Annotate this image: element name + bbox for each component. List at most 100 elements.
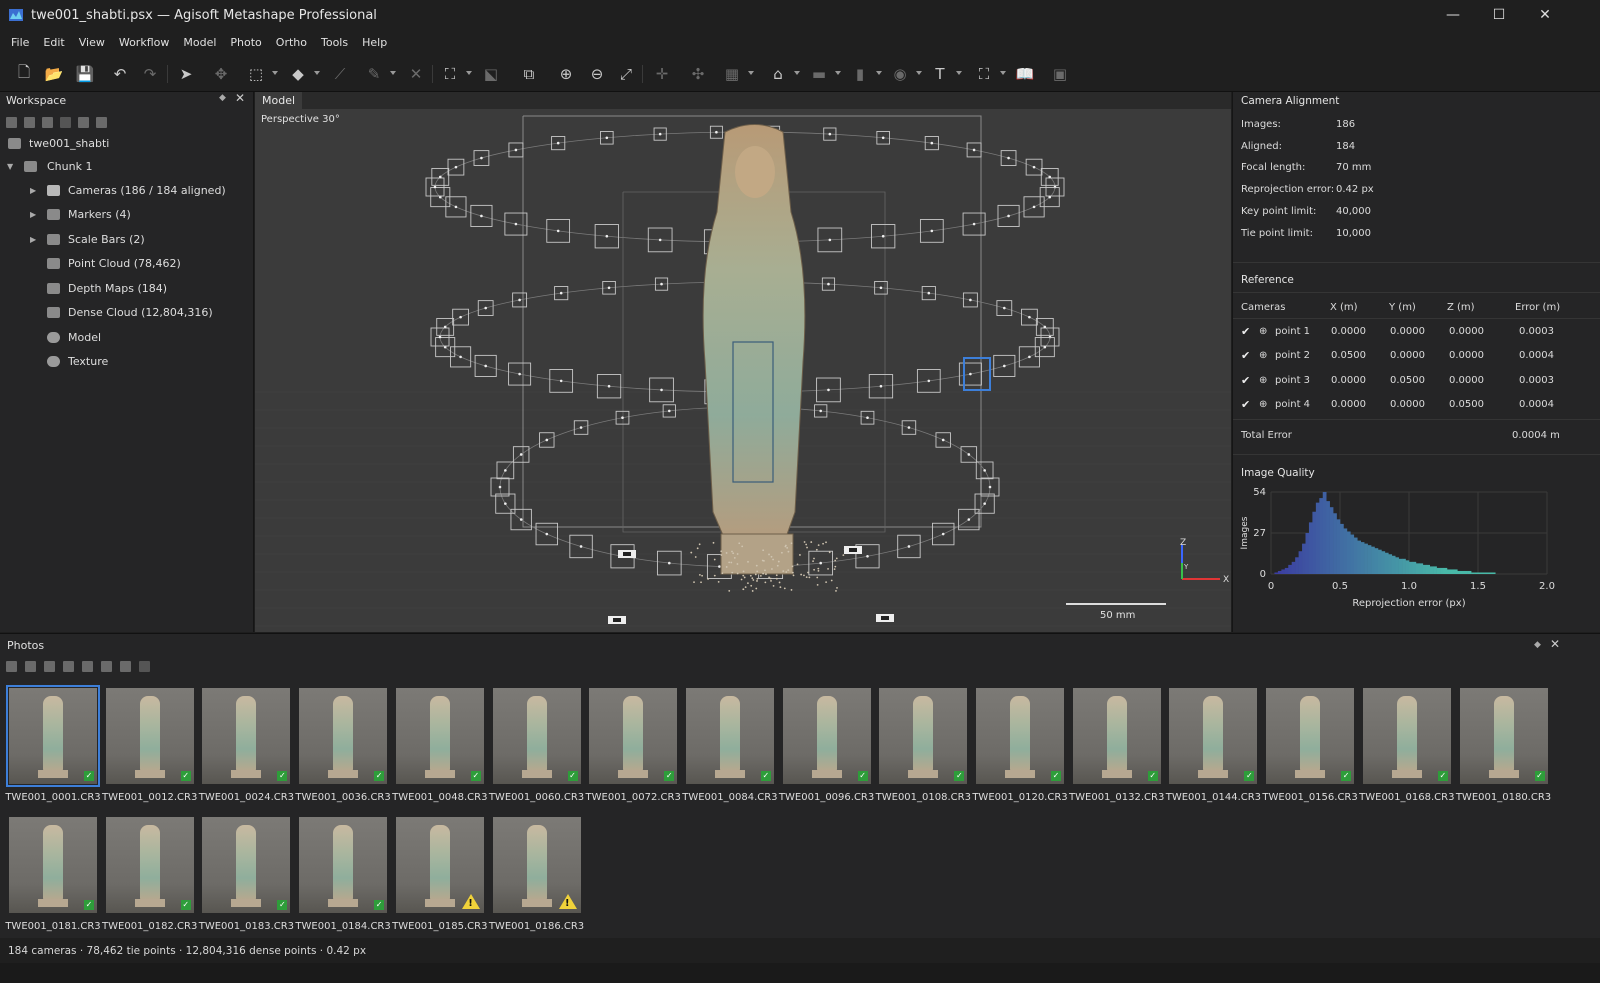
photo-thumbnail[interactable]: ✓ [976, 688, 1064, 784]
tree-item[interactable]: ▶ Markers (4) [0, 203, 254, 225]
save-icon[interactable]: 💾 [75, 64, 95, 84]
show-cameras-icon[interactable]: ◉ [890, 64, 910, 84]
text-tool-icon[interactable]: T [930, 64, 950, 84]
menu-model[interactable]: Model [176, 36, 223, 49]
enable-camera-icon[interactable] [63, 661, 74, 672]
menu-tools[interactable]: Tools [314, 36, 355, 49]
camera-calibration-icon[interactable] [139, 661, 150, 672]
gradual-select-icon[interactable]: ⬕ [481, 64, 501, 84]
marker-checkbox[interactable]: ✔ [1241, 326, 1252, 337]
photo-thumbnail[interactable]: ✓ [9, 688, 97, 784]
fit-view-icon[interactable]: ⤢ [616, 64, 636, 84]
expand-arrow-icon[interactable]: ▶ [30, 186, 36, 195]
photo-thumbnail[interactable]: ✓ [299, 817, 387, 913]
photo-thumbnail[interactable]: ! [396, 817, 484, 913]
menu-view[interactable]: View [72, 36, 112, 49]
book-icon[interactable]: 📖 [1015, 64, 1035, 84]
redo-icon[interactable]: ↷ [140, 64, 160, 84]
photo-thumbnail[interactable]: ✓ [1073, 688, 1161, 784]
photo-thumbnail[interactable]: ✓ [1169, 688, 1257, 784]
filter-photos-icon[interactable] [25, 661, 36, 672]
ref-header-y[interactable]: Y (m) [1389, 302, 1416, 313]
ruler-icon[interactable]: ⟋ [330, 64, 350, 84]
photo-thumbnail[interactable]: ✓ [1266, 688, 1354, 784]
open-folder-icon[interactable]: 📂 [44, 64, 64, 84]
photo-thumbnail[interactable]: ! [493, 817, 581, 913]
photo-thumbnail[interactable]: ✓ [783, 688, 871, 784]
close-panel-icon[interactable]: ✕ [235, 91, 245, 105]
pin-icon[interactable]: ◆ [219, 93, 226, 103]
minimize-button[interactable]: — [1430, 0, 1476, 30]
menu-file[interactable]: File [4, 36, 36, 49]
view-list-icon[interactable] [101, 661, 112, 672]
tab-model[interactable]: Model [255, 92, 302, 109]
add-folder-icon[interactable] [42, 117, 53, 128]
tree-item[interactable]: Point Cloud (78,462) [0, 252, 254, 274]
crop-icon[interactable]: ⛶ [440, 64, 460, 84]
tree-item[interactable]: Model [0, 326, 254, 348]
zoom-out-icon[interactable]: ⊖ [587, 64, 607, 84]
photo-thumbnail[interactable]: ✓ [1363, 688, 1451, 784]
disable-camera-icon[interactable] [82, 661, 93, 672]
resize-region-icon[interactable]: ⧉ [519, 64, 539, 84]
tree-item[interactable]: ▼ Chunk 1 [0, 155, 254, 177]
photo-thumbnail[interactable]: ✓ [299, 688, 387, 784]
3d-scene[interactable] [255, 92, 1231, 632]
menu-photo[interactable]: Photo [223, 36, 268, 49]
rectangle-select-icon[interactable]: ⬚ [246, 64, 266, 84]
close-window-button[interactable]: ✕ [1522, 0, 1568, 30]
tree-item[interactable]: ▶ Cameras (186 / 184 aligned) [0, 179, 254, 201]
fullscreen-icon[interactable]: ⛶ [974, 64, 994, 84]
tree-item[interactable]: twe001_shabti [0, 132, 254, 154]
photo-thumbnail[interactable]: ✓ [396, 688, 484, 784]
home-view-icon[interactable]: ⌂ [768, 64, 788, 84]
expand-arrow-icon[interactable]: ▶ [30, 210, 36, 219]
remove-photos-icon[interactable] [44, 661, 55, 672]
menu-ortho[interactable]: Ortho [269, 36, 314, 49]
maximize-button[interactable]: ☐ [1476, 0, 1522, 30]
undo-icon[interactable]: ↶ [110, 64, 130, 84]
collapse-arrow-icon[interactable]: ▼ [7, 162, 13, 171]
merge-chunks-icon[interactable] [78, 117, 89, 128]
photos-close-icon[interactable]: ✕ [1550, 637, 1560, 651]
photo-thumbnail[interactable]: ✓ [9, 817, 97, 913]
model-shaded-icon[interactable]: ▬ [809, 64, 829, 84]
photo-thumbnail[interactable]: ✓ [493, 688, 581, 784]
tree-item[interactable]: Dense Cloud (12,804,316) [0, 301, 254, 323]
menu-workflow[interactable]: Workflow [112, 36, 177, 49]
menu-help[interactable]: Help [355, 36, 394, 49]
select-arrow-icon[interactable]: ➤ [176, 64, 196, 84]
new-file-icon[interactable]: 🗋 [14, 64, 34, 84]
marker-checkbox[interactable]: ✔ [1241, 399, 1252, 410]
tree-item[interactable]: Texture [0, 350, 254, 372]
ref-header-cameras[interactable]: Cameras [1241, 302, 1285, 313]
ref-header-z[interactable]: Z (m) [1447, 302, 1475, 313]
move-object-icon[interactable]: ✛ [652, 64, 672, 84]
marker-checkbox[interactable]: ✔ [1241, 375, 1252, 386]
tree-item[interactable]: Depth Maps (184) [0, 277, 254, 299]
remove-item-icon[interactable] [60, 117, 71, 128]
photo-thumbnail[interactable]: ✓ [879, 688, 967, 784]
ref-header-error[interactable]: Error (m) [1515, 302, 1560, 313]
add-photos-icon[interactable] [24, 117, 35, 128]
photo-thumbnail[interactable]: ✓ [106, 817, 194, 913]
photo-thumbnail[interactable]: ✓ [106, 688, 194, 784]
move-region-icon[interactable]: ✣ [688, 64, 708, 84]
navigation-icon[interactable]: ✥ [211, 64, 231, 84]
point-cloud-view-icon[interactable]: ▮ [850, 64, 870, 84]
view-thumbnails-icon[interactable] [120, 661, 131, 672]
marker-checkbox[interactable]: ✔ [1241, 350, 1252, 361]
photo-thumbnail[interactable]: ✓ [202, 817, 290, 913]
shape-tool-icon[interactable]: ◆ [288, 64, 308, 84]
photo-thumbnail[interactable]: ✓ [589, 688, 677, 784]
ref-header-x[interactable]: X (m) [1330, 302, 1358, 313]
add-chunk-icon[interactable] [6, 117, 17, 128]
tree-item[interactable]: ▶ Scale Bars (2) [0, 228, 254, 250]
photos-pin-icon[interactable]: ◆ [1534, 640, 1541, 650]
menu-edit[interactable]: Edit [36, 36, 71, 49]
expand-arrow-icon[interactable]: ▶ [30, 235, 36, 244]
reset-filter-icon[interactable] [6, 661, 17, 672]
rotate-region-icon[interactable]: ▦ [722, 64, 742, 84]
photo-thumbnail[interactable]: ✓ [1460, 688, 1548, 784]
align-chunks-icon[interactable] [96, 117, 107, 128]
